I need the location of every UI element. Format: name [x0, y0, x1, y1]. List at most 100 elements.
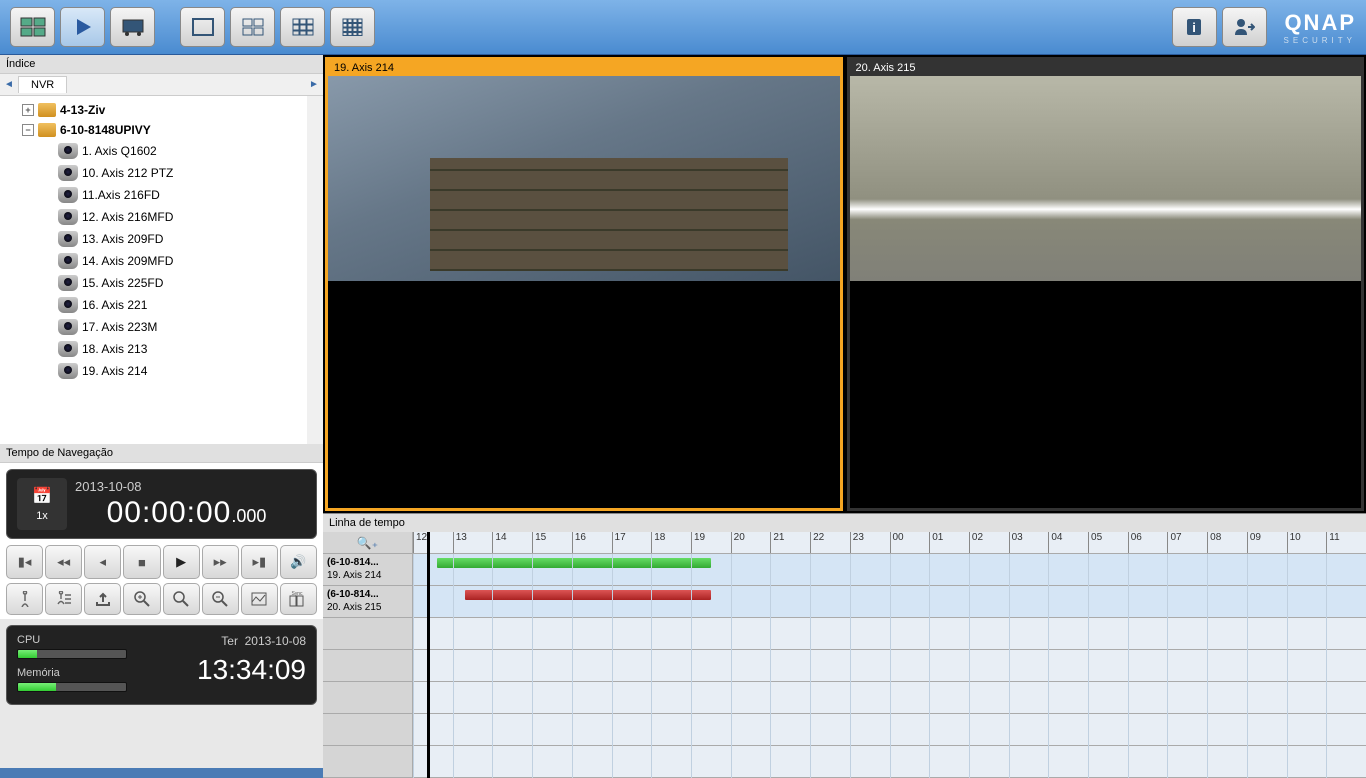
nav-time: 00:00:00: [107, 496, 232, 529]
tab-nvr[interactable]: NVR: [18, 76, 67, 93]
time-display: 📅 1x 2013-10-08 00:00:00.000: [6, 469, 317, 539]
tool-controls: Sync: [6, 583, 317, 615]
enhance-button[interactable]: [241, 583, 278, 615]
layout-16-button[interactable]: [330, 7, 375, 47]
ruler-tick: 07: [1167, 532, 1181, 553]
cpu-label: CPU: [17, 634, 137, 646]
timeline-row-label[interactable]: (6-10-814...19. Axis 214: [323, 554, 412, 586]
audio-button[interactable]: 🔊: [280, 545, 317, 579]
tab-prev-icon[interactable]: ◄: [0, 79, 18, 90]
emap-button[interactable]: [110, 7, 155, 47]
ruler-tick: 13: [453, 532, 467, 553]
ruler-tick: 14: [492, 532, 506, 553]
server-node[interactable]: −6-10-8148UPIVY: [0, 120, 307, 140]
first-button[interactable]: ▮◂: [6, 545, 43, 579]
mem-meter: [17, 682, 127, 692]
clock-time: 13:34:09: [137, 654, 306, 686]
timeline-ruler[interactable]: 1213141516171819202122230001020304050607…: [413, 532, 1366, 554]
ruler-tick: 20: [731, 532, 745, 553]
ruler-tick: 12: [413, 532, 427, 553]
ruler-tick: 21: [770, 532, 784, 553]
scrollbar[interactable]: [307, 96, 323, 444]
sync-button[interactable]: Sync: [280, 583, 317, 615]
video-cell[interactable]: 19. Axis 214: [325, 57, 843, 511]
camera-node[interactable]: 11.Axis 216FD: [0, 184, 307, 206]
ruler-tick: 09: [1247, 532, 1261, 553]
collapse-icon[interactable]: −: [22, 124, 34, 136]
camera-icon: [58, 275, 78, 291]
server-icon: [38, 103, 56, 117]
tab-bar: ◄ NVR ►: [0, 74, 323, 96]
last-button[interactable]: ▸▮: [241, 545, 278, 579]
ruler-tick: 00: [890, 532, 904, 553]
ruler-tick: 19: [691, 532, 705, 553]
cpu-meter: [17, 649, 127, 659]
camera-node[interactable]: 15. Axis 225FD: [0, 272, 307, 294]
ruler-tick: 11: [1326, 532, 1339, 553]
svg-text:Sync: Sync: [292, 591, 304, 597]
camera-icon: [58, 231, 78, 247]
stop-button[interactable]: ■: [123, 545, 160, 579]
monitors-button[interactable]: [10, 7, 55, 47]
layout-1-button[interactable]: [180, 7, 225, 47]
zoom-out-button[interactable]: [202, 583, 239, 615]
bookmark-add-button[interactable]: [6, 583, 43, 615]
logout-button[interactable]: [1222, 7, 1267, 47]
ruler-tick: 18: [651, 532, 665, 553]
camera-icon: [58, 143, 78, 159]
video-feed: [328, 76, 840, 281]
camera-icon: [58, 363, 78, 379]
export-button[interactable]: [84, 583, 121, 615]
info-button[interactable]: i: [1172, 7, 1217, 47]
camera-icon: [58, 165, 78, 181]
zoom-in-button[interactable]: [123, 583, 160, 615]
nav-date: 2013-10-08: [67, 479, 306, 494]
mem-label: Memória: [17, 667, 137, 679]
ruler-tick: 05: [1088, 532, 1102, 553]
layout-4-button[interactable]: [230, 7, 275, 47]
rewind-button[interactable]: ◂◂: [45, 545, 82, 579]
camera-node[interactable]: 10. Axis 212 PTZ: [0, 162, 307, 184]
expand-icon[interactable]: +: [22, 104, 34, 116]
camera-node[interactable]: 13. Axis 209FD: [0, 228, 307, 250]
ruler-tick: 17: [612, 532, 626, 553]
forward-button[interactable]: ▸▸: [202, 545, 239, 579]
ruler-tick: 10: [1287, 532, 1301, 553]
tab-next-icon[interactable]: ►: [305, 79, 323, 90]
camera-node[interactable]: 19. Axis 214: [0, 360, 307, 382]
video-label: 19. Axis 214: [328, 60, 840, 76]
calendar-icon: 📅: [23, 486, 61, 506]
timeline-row-label[interactable]: (6-10-814...20. Axis 215: [323, 586, 412, 618]
camera-node[interactable]: 12. Axis 216MFD: [0, 206, 307, 228]
camera-node[interactable]: 1. Axis Q1602: [0, 140, 307, 162]
ruler-tick: 01: [929, 532, 943, 553]
play-button[interactable]: ▶: [163, 545, 200, 579]
server-node[interactable]: +4-13-Ziv: [0, 100, 307, 120]
video-cell[interactable]: 20. Axis 215: [847, 57, 1365, 511]
camera-node[interactable]: 18. Axis 213: [0, 338, 307, 360]
step-back-button[interactable]: ◂: [84, 545, 121, 579]
ruler-tick: 02: [969, 532, 983, 553]
bookmark-list-button[interactable]: [45, 583, 82, 615]
status-panel: CPU Memória Ter 2013-10-08 13:34:09: [6, 625, 317, 705]
camera-icon: [58, 209, 78, 225]
layout-9-button[interactable]: [280, 7, 325, 47]
camera-icon: [58, 297, 78, 313]
playback-button[interactable]: [60, 7, 105, 47]
nav-title: Tempo de Navegação: [0, 444, 323, 463]
recording-bar[interactable]: [465, 590, 711, 600]
svg-text:i: i: [1192, 20, 1196, 35]
camera-node[interactable]: 17. Axis 223M: [0, 316, 307, 338]
device-tree[interactable]: +4-13-Ziv−6-10-8148UPIVY1. Axis Q160210.…: [0, 96, 307, 444]
ruler-tick: 23: [850, 532, 864, 553]
video-grid: 19. Axis 214 20. Axis 215: [323, 55, 1366, 513]
timeline-cursor[interactable]: [427, 532, 430, 778]
camera-node[interactable]: 16. Axis 221: [0, 294, 307, 316]
speed-indicator[interactable]: 📅 1x: [17, 478, 67, 530]
zoom-reset-button[interactable]: [163, 583, 200, 615]
camera-node[interactable]: 14. Axis 209MFD: [0, 250, 307, 272]
left-panel: Índice ◄ NVR ► +4-13-Ziv−6-10-8148UPIVY1…: [0, 55, 323, 768]
server-icon: [38, 123, 56, 137]
recording-bar[interactable]: [437, 558, 711, 568]
timeline-zoom-button[interactable]: 🔍₊: [323, 532, 412, 554]
